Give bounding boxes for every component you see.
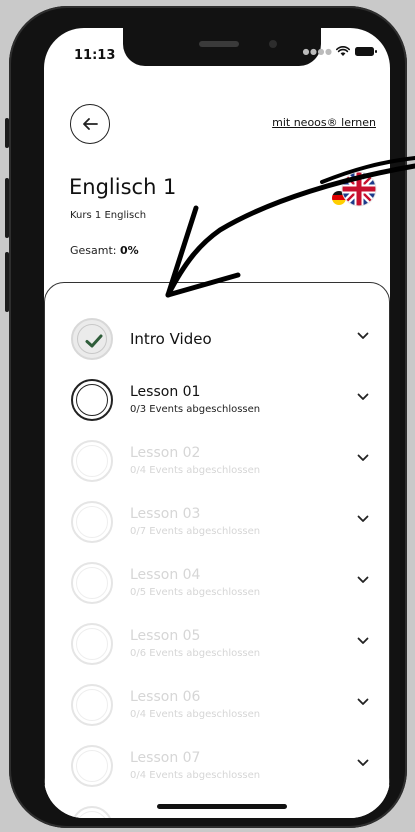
- chevron-down-icon[interactable]: [357, 576, 369, 584]
- speaker: [199, 41, 239, 47]
- front-camera: [269, 40, 277, 48]
- lesson-row-lesson-03[interactable]: Lesson 03 0/7 Events abgeschlossen: [45, 492, 390, 552]
- uk-flag-icon: [341, 171, 377, 207]
- lesson-status-circle: [71, 806, 113, 818]
- volume-down-button: [5, 252, 9, 312]
- lesson-title: Lesson 02: [130, 445, 201, 461]
- chevron-down-icon[interactable]: [357, 637, 369, 645]
- lesson-progress-text: 0/4 Events abgeschlossen: [130, 770, 261, 781]
- lesson-row-intro-video[interactable]: Intro Video: [45, 309, 390, 369]
- wifi-icon: [336, 46, 350, 56]
- mute-switch: [5, 118, 9, 148]
- total-progress: Gesamt: 0%: [70, 244, 139, 257]
- total-label: Gesamt:: [70, 244, 117, 257]
- course-subtitle: Kurs 1 Englisch: [70, 210, 147, 221]
- language-flags[interactable]: [329, 171, 379, 211]
- signal-icon: ● ● ● ●: [302, 47, 332, 56]
- lesson-title: Lesson 01: [130, 384, 201, 400]
- lesson-row-lesson-01[interactable]: Lesson 01 0/3 Events abgeschlossen: [45, 370, 390, 430]
- lesson-title: Lesson 04: [130, 567, 201, 583]
- lesson-status-circle: [71, 684, 113, 726]
- lesson-title: Lesson 05: [130, 628, 201, 644]
- phone-frame: 11:13 ● ● ● ● mit neoos® lernen Englisch…: [5, 6, 407, 828]
- lesson-title: Lesson 07: [130, 750, 201, 766]
- lesson-row-lesson-04[interactable]: Lesson 04 0/5 Events abgeschlossen: [45, 553, 390, 613]
- course-title: Englisch 1: [69, 175, 177, 199]
- lesson-status-circle: [71, 623, 113, 665]
- lesson-status-circle: [71, 379, 113, 421]
- chevron-down-icon[interactable]: [357, 454, 369, 462]
- lesson-row-lesson-05[interactable]: Lesson 05 0/6 Events abgeschlossen: [45, 614, 390, 674]
- learn-with-neoos-link[interactable]: mit neoos® lernen: [272, 116, 376, 129]
- chevron-down-icon[interactable]: [357, 393, 369, 401]
- chevron-down-icon[interactable]: [357, 759, 369, 767]
- total-value: 0%: [120, 244, 139, 257]
- lesson-status-circle: [71, 562, 113, 604]
- lesson-row-lesson-02[interactable]: Lesson 02 0/4 Events abgeschlossen: [45, 431, 390, 491]
- volume-up-button: [5, 178, 9, 238]
- lesson-progress-text: 0/4 Events abgeschlossen: [130, 709, 261, 720]
- chevron-down-icon[interactable]: [357, 698, 369, 706]
- status-icons: ● ● ● ●: [302, 46, 377, 57]
- lesson-status-circle: [71, 745, 113, 787]
- lesson-progress-text: 0/3 Events abgeschlossen: [130, 404, 261, 415]
- lesson-row-lesson-06[interactable]: Lesson 06 0/4 Events abgeschlossen: [45, 675, 390, 735]
- lesson-status-circle: [71, 440, 113, 482]
- check-icon: [85, 334, 103, 348]
- lesson-title: Lesson 03: [130, 506, 201, 522]
- notch: [123, 28, 321, 66]
- lesson-status-circle: [71, 318, 113, 360]
- lesson-title: Lesson 06: [130, 689, 201, 705]
- arrow-left-icon: [83, 118, 98, 130]
- home-indicator: [157, 804, 287, 809]
- lesson-progress-text: 0/4 Events abgeschlossen: [130, 465, 261, 476]
- lesson-title: Intro Video: [130, 330, 212, 348]
- status-time: 11:13: [74, 48, 116, 63]
- lesson-row-lesson-07[interactable]: Lesson 07 0/4 Events abgeschlossen: [45, 736, 390, 796]
- back-button[interactable]: [70, 104, 110, 144]
- chevron-down-icon[interactable]: [357, 332, 369, 340]
- lesson-progress-text: 0/6 Events abgeschlossen: [130, 648, 261, 659]
- lesson-progress-text: 0/7 Events abgeschlossen: [130, 526, 261, 537]
- chevron-down-icon[interactable]: [357, 515, 369, 523]
- app-screen: 11:13 ● ● ● ● mit neoos® lernen Englisch…: [44, 28, 390, 818]
- battery-icon: [355, 47, 377, 56]
- lesson-status-circle: [71, 501, 113, 543]
- lesson-progress-text: 0/5 Events abgeschlossen: [130, 587, 261, 598]
- lessons-card: Intro Video Lesson 01 0/3 Events abgesch…: [44, 282, 390, 818]
